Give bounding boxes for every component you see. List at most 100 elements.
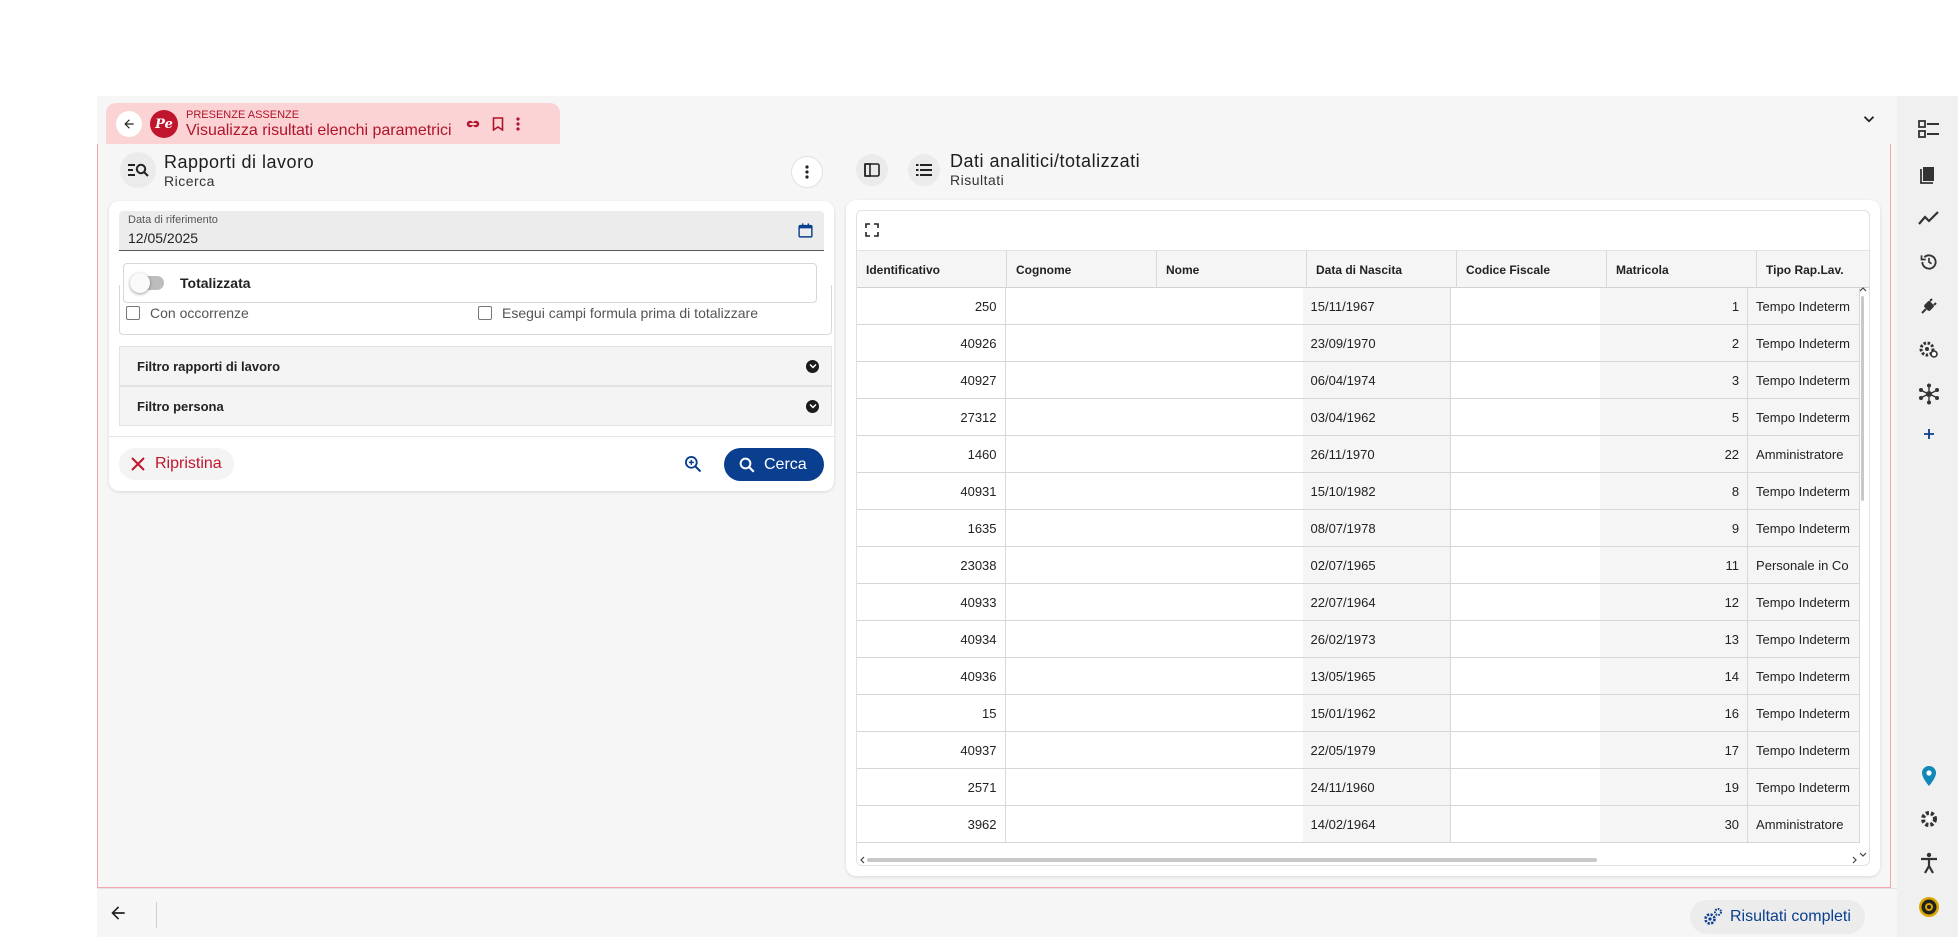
reference-date-field[interactable]: Data di riferimento 12/05/2025 [119,211,824,251]
checkbox-box[interactable] [126,306,140,320]
cell-data-nascita: 14/02/1964 [1302,806,1452,842]
cell-identificativo: 40927 [857,362,1006,398]
cell-cognome [1005,473,1155,509]
checkbox-con-occorrenze[interactable]: Con occorrenze [126,305,249,321]
advanced-search-button[interactable] [679,450,707,478]
cell-data-nascita: 26/11/1970 [1302,436,1452,472]
books-icon[interactable] [1917,162,1941,186]
workspace-app-name: PRESENZE ASSENZE [186,108,300,121]
table-row[interactable]: 1460 26/11/1970 22 Amministratore [857,436,1860,473]
collapse-chevron-button[interactable] [1860,110,1878,133]
column-header[interactable]: Identificativo [857,251,1007,288]
table-row[interactable]: 1635 08/07/1978 9 Tempo Indeterm [857,510,1860,547]
more-vertical-icon[interactable] [515,117,520,131]
column-header[interactable]: Tipo Rap.Lav. [1757,251,1869,288]
accordion-filtro-persona[interactable]: Filtro persona [119,386,832,426]
horizontal-scrollbar[interactable] [857,854,1860,865]
column-header[interactable]: Nome [1157,251,1307,288]
table-row[interactable]: 2571 24/11/1960 19 Tempo Indeterm [857,769,1860,806]
table-row[interactable]: 40937 22/05/1979 17 Tempo Indeterm [857,732,1860,769]
vertical-scrollbar[interactable] [1858,287,1868,857]
cell-cognome [1005,362,1155,398]
expand-icon[interactable] [806,399,819,413]
cell-nome [1154,547,1303,583]
reference-date-value[interactable]: 12/05/2025 [128,230,198,246]
table-row[interactable]: 40931 15/10/1982 8 Tempo Indeterm [857,473,1860,510]
calendar-icon[interactable] [797,222,814,239]
settings-search-icon[interactable] [1917,338,1941,362]
cell-data-nascita: 08/07/1978 [1302,510,1452,546]
cell-tipo-rap-lav: Tempo Indeterm [1748,399,1860,435]
fullscreen-icon[interactable] [865,223,879,237]
table-row[interactable]: 40933 22/07/1964 12 Tempo Indeterm [857,584,1860,621]
link-icon[interactable] [466,118,480,130]
accessibility-icon[interactable] [1917,851,1941,875]
add-icon[interactable] [1917,422,1941,446]
network-icon[interactable] [1917,382,1941,406]
cell-tipo-rap-lav: Tempo Indeterm [1748,732,1860,768]
cell-data-nascita: 03/04/1962 [1302,399,1452,435]
checkbox-esegui-campi-formula-label: Esegui campi formula prima di totalizzar… [502,305,758,321]
checklist-icon[interactable] [1917,118,1941,142]
cell-identificativo: 15 [857,695,1006,731]
history-icon[interactable] [1917,250,1941,274]
expand-icon[interactable] [806,359,819,373]
gear-icon[interactable] [1917,807,1941,831]
left-panel-more-button[interactable] [791,156,823,188]
full-results-button[interactable]: Risultati completi [1690,900,1865,934]
column-header[interactable]: Cognome [1007,251,1157,288]
table-row[interactable]: 250 15/11/1967 1 Tempo Indeterm [857,288,1860,325]
search-button[interactable]: Cerca [724,448,824,481]
cell-matricola: 11 [1599,547,1749,583]
reset-button[interactable]: Ripristina [119,448,234,480]
cell-matricola: 3 [1599,362,1749,398]
table-row[interactable]: 15 15/01/1962 16 Tempo Indeterm [857,695,1860,732]
cell-data-nascita: 26/02/1973 [1302,621,1452,657]
toggle-sidebar-button[interactable] [856,153,888,186]
trend-line-icon[interactable] [1917,206,1941,230]
bookmark-icon[interactable] [492,117,504,131]
accordion-filtro-rapporti-di-lavoro[interactable]: Filtro rapporti di lavoro [119,346,832,386]
cell-nome [1154,362,1303,398]
cell-identificativo: 3962 [857,806,1006,842]
totalizzata-toggle-row[interactable]: Totalizzata [123,263,817,303]
footer-divider [156,902,157,928]
cell-data-nascita: 02/07/1965 [1302,547,1452,583]
plug-icon[interactable] [1917,294,1941,318]
cell-identificativo: 1635 [857,510,1006,546]
back-button[interactable] [116,111,142,137]
cell-identificativo: 2571 [857,769,1006,805]
column-header[interactable]: Codice Fiscale [1457,251,1607,288]
column-header[interactable]: Matricola [1607,251,1757,288]
table-row[interactable]: 3962 14/02/1964 30 Amministratore [857,806,1860,843]
cell-matricola: 22 [1599,436,1749,472]
cell-nome [1154,399,1303,435]
table-row[interactable]: 27312 03/04/1962 5 Tempo Indeterm [857,399,1860,436]
cell-cognome [1005,547,1155,583]
cell-matricola: 2 [1599,325,1749,361]
table-row[interactable]: 40936 13/05/1965 14 Tempo Indeterm [857,658,1860,695]
table-row[interactable]: 23038 02/07/1965 11 Personale in Co [857,547,1860,584]
location-pin-icon[interactable] [1917,764,1941,788]
card-divider [109,436,834,437]
footer-back-button[interactable] [108,903,128,928]
workspace-tab[interactable]: Pe PRESENZE ASSENZE Visualizza risultati… [106,103,560,145]
cell-codice-fiscale [1451,510,1600,546]
cell-cognome [1005,584,1155,620]
cell-codice-fiscale [1451,325,1600,361]
cell-codice-fiscale [1451,473,1600,509]
table-row[interactable]: 40926 23/09/1970 2 Tempo Indeterm [857,325,1860,362]
column-header[interactable]: Data di Nascita [1307,251,1457,288]
cell-identificativo: 1460 [857,436,1006,472]
right-panel-subtitle: Risultati [950,172,1005,188]
cell-codice-fiscale [1451,695,1600,731]
table-row[interactable]: 40927 06/04/1974 3 Tempo Indeterm [857,362,1860,399]
list-icon [908,153,940,186]
help-lifebuoy-icon[interactable] [1917,895,1941,919]
grid-body[interactable]: 250 15/11/1967 1 Tempo Indeterm 40926 23/09/1… [857,288,1860,856]
checkbox-box[interactable] [478,306,492,320]
cell-nome [1154,769,1303,805]
table-row[interactable]: 40934 26/02/1973 13 Tempo Indeterm [857,621,1860,658]
checkbox-esegui-campi-formula[interactable]: Esegui campi formula prima di totalizzar… [478,305,758,321]
totalizzata-switch[interactable] [130,273,164,293]
